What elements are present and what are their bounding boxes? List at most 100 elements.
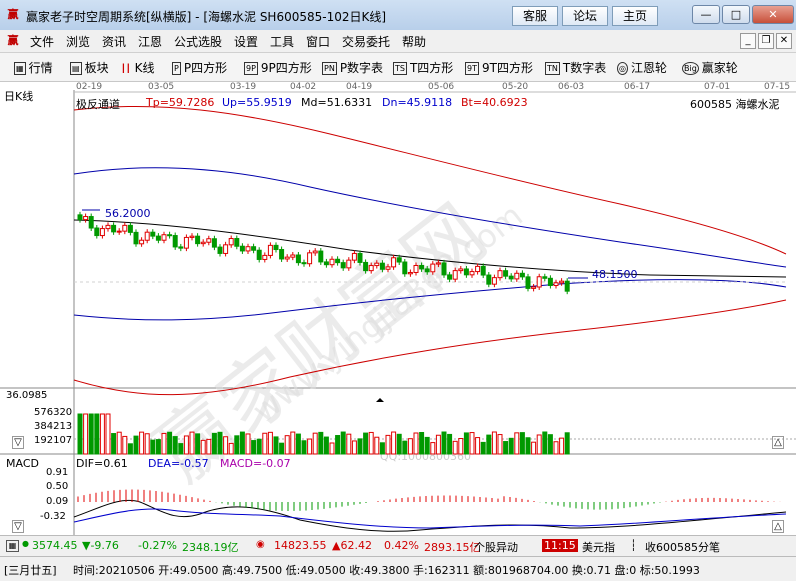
candle [497,270,503,279]
macd-dea-line [73,508,787,529]
link-home[interactable]: 主页 [612,6,658,26]
volume-bar [211,432,217,455]
maximize-button[interactable]: □ [722,5,750,24]
indicator-tp: Tp=59.7286 [146,96,215,109]
tool-t-square[interactable]: TS T四方形 [393,59,453,76]
tool-9p-square[interactable]: 9P 9P四方形 [244,59,312,76]
sh-index-value[interactable]: 3574.45 [32,539,78,552]
app-logo-icon: 赢 [7,8,19,21]
volume-bar [167,431,173,455]
link-service[interactable]: 客服 [512,6,558,26]
volume-bar [217,431,223,455]
tool-t-table-label: T数字表 [562,61,607,75]
candle [178,246,184,249]
menu-formula[interactable]: 公式选股 [174,33,222,50]
volume-bar [88,413,94,455]
t-square-icon: TS [393,62,407,75]
candle [279,249,285,260]
candle [133,231,139,245]
volume-bar [413,432,419,455]
menu-window[interactable]: 窗口 [306,33,330,50]
volume-bar [452,440,458,455]
candle [172,235,178,248]
volume-bar [519,432,525,455]
chart-area[interactable]: 赢家财富网 www.yingjia360.com QQ:1000800360 5… [0,82,796,535]
candle [430,263,436,273]
candle [553,282,559,286]
menu-gann[interactable]: 江恩 [138,33,162,50]
collapse-volume-button[interactable]: ▽ [12,436,24,449]
date-label: 02-19 [76,82,103,92]
volume-bar [161,432,167,455]
volume-bar [379,442,385,455]
candle [480,265,486,276]
expand-volume-button[interactable]: △ [772,436,784,449]
period-label[interactable]: 日K线 [4,88,33,104]
candle [94,227,100,237]
candle [407,271,413,275]
minimize-button[interactable]: — [692,5,720,24]
volume-bar [480,441,486,455]
candle [262,254,268,260]
tool-9t-square-label: 9T四方形 [481,61,533,75]
volume-bar [228,442,234,455]
tool-kline[interactable]: ┃┃ K线 [120,59,155,76]
menu-trade[interactable]: 交易委托 [342,33,390,50]
macd-dif: DIF=0.61 [76,457,128,470]
mdi-close-button[interactable]: ✕ [776,33,792,49]
menu-help[interactable]: 帮助 [402,33,426,50]
tool-p-table[interactable]: PN P数字表 [322,59,383,76]
candle [111,224,117,233]
expand-macd-button[interactable]: △ [772,520,784,533]
separator-icon: ┆ [630,539,637,552]
candle [385,266,391,270]
volume-bar [463,432,469,455]
volume-bar [514,432,520,455]
candle [514,272,520,280]
volume-bar [295,433,301,455]
link-forum[interactable]: 论坛 [562,6,608,26]
candle [396,257,402,263]
stock-alert-link[interactable]: 个股异动 [474,539,518,555]
menu-tools[interactable]: 工具 [270,33,294,50]
tool-t-table[interactable]: TN T数字表 [545,59,606,76]
mdi-restore-button[interactable]: ❐ [758,33,774,49]
tool-sectors[interactable]: ▤ 板块 [70,59,109,76]
sh-index-change: ▼-9.76 [82,539,119,552]
close-tick-link[interactable]: 收600585分笔 [645,539,720,555]
volume-bar [273,436,279,455]
collapse-macd-button[interactable]: ▽ [12,520,24,533]
candle [525,276,531,289]
mdi-minimize-button[interactable]: _ [740,33,756,49]
date-label: 03-05 [148,82,175,92]
tool-p-square[interactable]: P P四方形 [172,59,227,76]
volume-bar [419,431,425,455]
volume-bar [435,434,441,455]
menu-file[interactable]: 文件 [30,33,54,50]
tool-quotes[interactable]: ▦ 行情 [14,59,53,76]
volume-bar [441,431,447,455]
indicator-dn: Dn=45.9118 [382,96,453,109]
candle [139,239,145,245]
volume-bar [323,436,329,455]
candle [447,274,453,280]
candle [273,244,279,251]
volume-bar [267,431,273,455]
menu-browse[interactable]: 浏览 [66,33,90,50]
volume-bar [335,435,341,455]
tool-sectors-label: 板块 [84,61,109,75]
sz-index-value[interactable]: 14823.55 [274,539,327,552]
candle [547,277,553,286]
menu-info[interactable]: 资讯 [102,33,126,50]
tool-winner-wheel[interactable]: Big 赢家轮 [682,59,738,76]
candle [217,246,223,254]
close-button[interactable]: ✕ [752,5,794,24]
menu-settings[interactable]: 设置 [234,33,258,50]
tool-9t-square[interactable]: 9T 9T四方形 [465,59,533,76]
macd-axis-label: 0.50 [46,481,69,492]
macd-value: MACD=-0.07 [220,457,291,470]
candle [234,238,240,247]
candle [318,250,324,263]
candle [357,252,363,263]
tool-gann-wheel[interactable]: ◎ 江恩轮 [617,59,667,76]
